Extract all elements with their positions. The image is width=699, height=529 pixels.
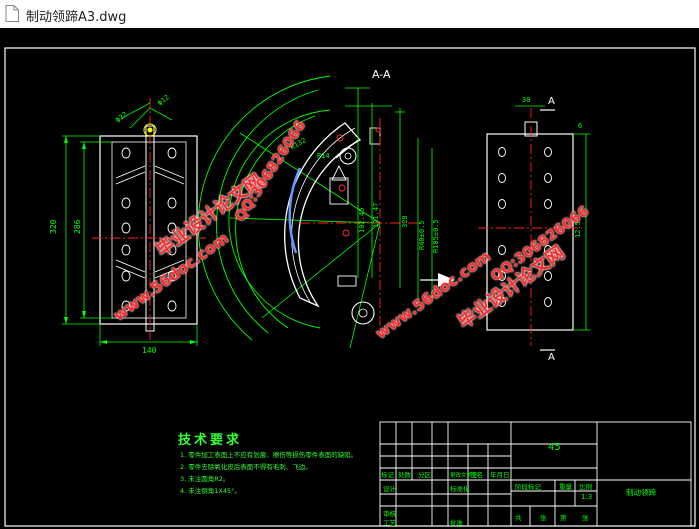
dim-right-b: R105±0.5: [432, 219, 440, 253]
title-block-design: 设计: [383, 484, 397, 493]
title-block-scale: 1:3: [581, 493, 592, 501]
dim-mid-b: 102.45: [358, 208, 366, 233]
title-block-stage: 阶段标记: [515, 482, 542, 491]
title-block-review: 审核: [383, 509, 397, 518]
tech-requirement-item: 3. 未注圆角R2。: [180, 475, 230, 483]
title-block-sign: 签名: [470, 470, 483, 479]
dim-right-c: 6: [578, 122, 582, 130]
dim-left-height-inner: 286: [73, 219, 82, 234]
window-title: 制动领蹄A3.dwg: [26, 10, 127, 25]
title-block-process: 工艺: [383, 519, 397, 527]
title-block-weight: 重量: [559, 483, 573, 491]
title-block-approve: 批准: [450, 518, 464, 527]
dim-left-height-outer: 320: [49, 219, 58, 234]
title-block-part-name: 制动领蹄: [626, 487, 656, 497]
dim-radius-b: R14: [317, 152, 330, 160]
title-block-sheets-unit2: 张: [582, 513, 589, 522]
dim-section-height: 320: [401, 215, 409, 228]
cad-canvas[interactable]: 320 286 140 Φ22 Φ12 A-A 121.47 102.45 R4…: [0, 28, 699, 529]
svg-text:Φ12: Φ12: [156, 93, 171, 107]
title-block-date: 年月日: [490, 470, 510, 479]
title-block-standard: 标准化: [450, 484, 470, 493]
title-block-mark: 标记: [381, 470, 395, 479]
dim-mid-a: 121.47: [372, 203, 380, 228]
title-block-sheets-total: 共: [515, 513, 522, 522]
dim-left-width: 140: [142, 346, 157, 355]
dim-right-a: R40±0.5: [418, 220, 426, 250]
tech-requirement-item: 4. 未注倒角1X45°。: [180, 487, 241, 495]
tech-requirements-heading: 技术要求: [178, 433, 243, 448]
tech-requirement-item: 2. 零件去除氧化皮后表面不得有毛刺、飞边。: [180, 463, 312, 471]
window-titlebar: 制动领蹄A3.dwg: [0, 0, 699, 29]
title-block-sheets-no: 第: [560, 513, 567, 522]
title-block-material: 45: [548, 442, 561, 453]
svg-text:Φ22: Φ22: [114, 110, 129, 124]
title-block-zone: 分区: [418, 470, 432, 479]
title-block-sheets-unit: 张: [540, 513, 547, 522]
title-block-count: 处数: [398, 470, 412, 479]
document-icon: [5, 5, 19, 22]
view-letter-top: A: [548, 96, 555, 107]
title-block-scale-label: 比例: [579, 482, 592, 491]
tech-requirement-item: 1. 零件加工表面上不应有划痕、擦伤等损伤零件表面的缺陷。: [180, 451, 358, 459]
dim-right-top: 30: [522, 96, 530, 104]
view-letter-bottom: A: [548, 352, 555, 363]
section-label: A-A: [372, 68, 391, 81]
brake-shoe-body: [284, 122, 362, 308]
